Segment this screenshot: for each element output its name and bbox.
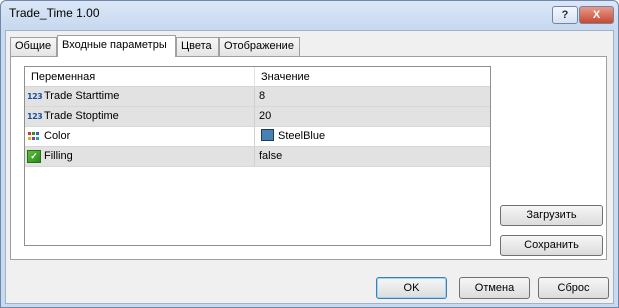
- parameter-name: Filling: [44, 150, 73, 162]
- tab-general[interactable]: Общие: [10, 37, 57, 56]
- parameter-value[interactable]: 8: [255, 87, 490, 106]
- row-name-cell: 123 Trade Starttime: [25, 87, 255, 106]
- row-name-cell: Color: [25, 127, 255, 146]
- parameter-value[interactable]: false: [255, 147, 490, 166]
- window-title: Trade_Time 1.00: [9, 6, 100, 20]
- color-value-cell[interactable]: SteelBlue: [255, 127, 490, 146]
- parameter-value[interactable]: 20: [255, 107, 490, 126]
- save-button[interactable]: Сохранить: [500, 235, 603, 256]
- help-button[interactable]: ?: [552, 6, 578, 24]
- dialog-window: Trade_Time 1.00 ? X Общие Входные параме…: [0, 0, 619, 308]
- title-bar[interactable]: Trade_Time 1.00 ? X: [1, 1, 618, 29]
- table-row[interactable]: 123 Trade Stoptime 20: [25, 107, 490, 127]
- ok-button[interactable]: OK: [376, 277, 447, 299]
- color-swatch: [261, 129, 274, 142]
- cancel-button[interactable]: Отмена: [459, 277, 530, 299]
- table-row[interactable]: ✓ Filling false: [25, 147, 490, 167]
- parameter-name: Trade Stoptime: [44, 110, 119, 122]
- tab-colors[interactable]: Цвета: [176, 37, 219, 56]
- parameter-name: Color: [44, 130, 71, 142]
- table-row[interactable]: 123 Trade Starttime 8: [25, 87, 490, 107]
- tab-panel: Переменная Значение 123 Trade Starttime …: [10, 56, 607, 260]
- tab-input-parameters[interactable]: Входные параметры: [57, 35, 176, 57]
- row-name-cell: 123 Trade Stoptime: [25, 107, 255, 126]
- grid-header: Переменная Значение: [25, 67, 490, 87]
- reset-button[interactable]: Сброс: [538, 277, 609, 299]
- row-name-cell: ✓ Filling: [25, 147, 255, 166]
- boolean-fill-icon: ✓: [27, 150, 41, 163]
- table-row[interactable]: Color SteelBlue: [25, 127, 490, 147]
- integer-123-icon: 123: [27, 112, 43, 121]
- color-palette-icon: [27, 130, 41, 143]
- parameter-value: SteelBlue: [278, 130, 326, 142]
- integer-123-icon: 123: [27, 92, 43, 101]
- close-button[interactable]: X: [579, 6, 614, 24]
- tab-display[interactable]: Отображение: [219, 37, 300, 56]
- parameters-grid: Переменная Значение 123 Trade Starttime …: [24, 66, 491, 246]
- parameter-name: Trade Starttime: [44, 90, 120, 102]
- column-header-value[interactable]: Значение: [255, 67, 490, 87]
- load-button[interactable]: Загрузить: [500, 205, 603, 226]
- column-header-variable[interactable]: Переменная: [25, 67, 255, 87]
- dialog-client-area: Общие Входные параметры Цвета Отображени…: [5, 30, 614, 304]
